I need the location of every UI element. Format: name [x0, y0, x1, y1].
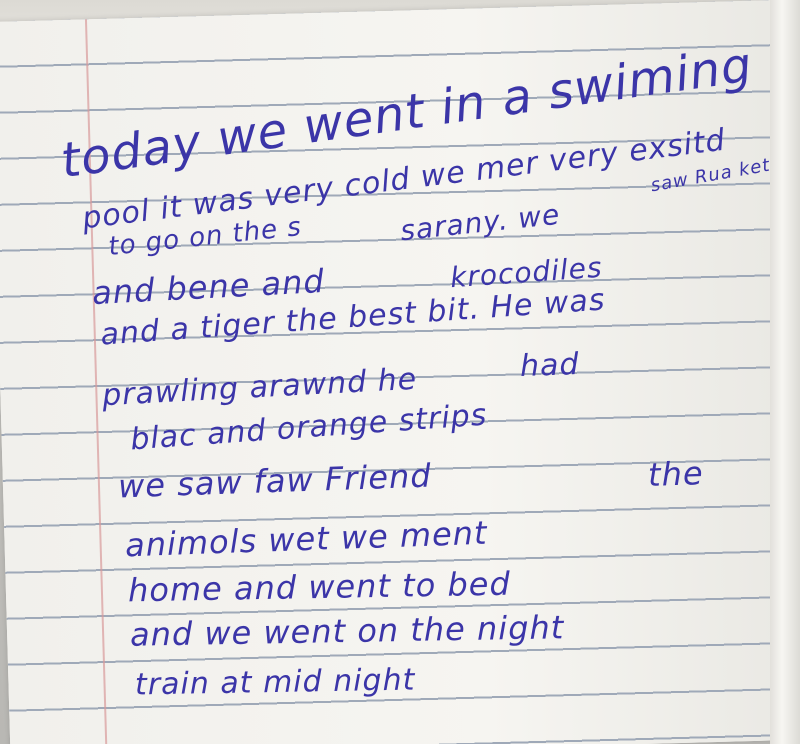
handwritten-line-10: home and went to bed	[127, 564, 512, 610]
handwritten-line-12: train at mid night	[134, 662, 416, 703]
handwritten-line-11: and we went on the night	[129, 608, 565, 654]
handwritten-line-9: animols wet we ment	[124, 513, 489, 565]
handwritten-line-6b: had	[519, 346, 581, 385]
handwriting-area: today we went in a swiming saw Rua ket p…	[0, 0, 800, 744]
handwritten-line-8a: we saw faw Friend	[117, 456, 433, 506]
handwritten-line-3b: sarany. we	[398, 197, 562, 248]
notebook-photo: today we went in a swiming saw Rua ket p…	[0, 0, 800, 744]
handwritten-line-8b: the	[647, 454, 705, 494]
